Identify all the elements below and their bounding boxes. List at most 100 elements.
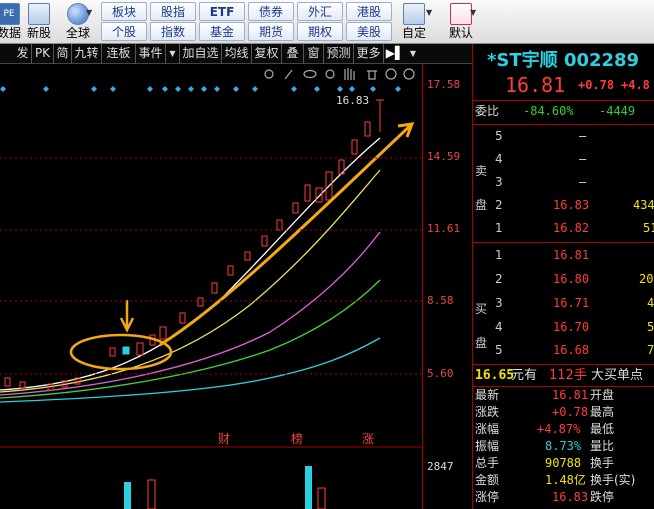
gridlines — [0, 157, 422, 375]
price-row: 16.81 +0.78 +4.8 — [473, 74, 654, 98]
home-icon — [450, 3, 472, 25]
buy-level-2[interactable]: 2 16.80 20 — [473, 268, 654, 291]
axis-label: 8.58 — [427, 294, 454, 307]
pen-icon[interactable] — [284, 69, 293, 80]
market-btn-7[interactable]: 指数 — [150, 22, 196, 41]
market-btn-8[interactable]: 基金 — [199, 22, 245, 41]
delete-icon[interactable] — [367, 70, 377, 80]
peak-price-label: 16.83 — [336, 94, 369, 107]
data-icon: PE — [0, 3, 20, 25]
big-buy-row: 16.65 元有 112手 大买单点 — [475, 368, 644, 383]
hand-icon[interactable] — [344, 68, 355, 80]
gear-icon[interactable] — [264, 69, 274, 79]
detail-row: 总手 90788 换手 — [475, 456, 615, 470]
detail-row: 涨跌 +0.78 最高 — [475, 405, 615, 419]
zoom-in-icon[interactable] — [385, 68, 397, 80]
market-btn-0[interactable]: 板块 — [101, 2, 147, 21]
candles — [4, 99, 384, 391]
tab-pk[interactable]: PK — [32, 44, 54, 64]
ma-line-green — [0, 279, 381, 399]
toolbar-ipo[interactable]: 新股 — [24, 0, 54, 44]
ma-line-cyan — [0, 337, 381, 403]
toolbar-default-dropdown[interactable]: ▼ — [470, 4, 480, 22]
tab-window[interactable]: 窗 — [304, 44, 324, 64]
tab-dropdown-icon[interactable]: ▼ — [166, 44, 180, 64]
buy-level-5[interactable]: 5 16.68 7 — [473, 339, 654, 362]
buy-level-1[interactable]: 1 16.81 — [473, 244, 654, 267]
last-price: 16.81 — [505, 73, 566, 97]
price-change-pct: +4.8 — [621, 78, 650, 92]
tab-jian[interactable]: 简 — [54, 44, 72, 64]
stock-name: *ST宇顺 — [487, 50, 558, 71]
detail-row: 最新 16.81 开盘 — [475, 388, 615, 402]
zoom-out-icon[interactable] — [403, 68, 415, 80]
tab-adjust[interactable]: 复权 — [252, 44, 282, 64]
axis-label: 14.59 — [427, 150, 461, 163]
sell-level-1[interactable]: 1 16.82 51 — [473, 217, 654, 240]
buy-level-3[interactable]: 3 16.71 4 — [473, 292, 654, 315]
volume-bars — [124, 466, 326, 509]
kline-chart[interactable]: 16.83 财 榜 涨 — [0, 64, 422, 509]
tabs-menu-dropdown[interactable]: ▼ — [406, 44, 420, 64]
toolbar-ipo-label: 新股 — [26, 26, 51, 40]
tab-forecast[interactable]: 预测 — [324, 44, 354, 64]
market-btn-4[interactable]: 外汇 — [297, 2, 343, 21]
sell-level-5[interactable]: 5– — [473, 125, 654, 148]
market-btn-11[interactable]: 美股 — [346, 22, 392, 41]
tab-add-watch[interactable]: 加自选 — [180, 44, 222, 64]
highlight-ellipse — [69, 333, 173, 371]
market-btn-9[interactable]: 期货 — [248, 22, 294, 41]
price-axis: 17.58 14.59 11.61 8.58 5.60 2847 — [422, 64, 470, 509]
sell-level-3[interactable]: 3– — [473, 171, 654, 194]
weibi-label: 委比 — [475, 104, 500, 118]
weibi-pct: -84.60% — [523, 104, 574, 118]
marker-bang[interactable]: 榜 — [291, 431, 303, 446]
sell-level-2[interactable]: 2 16.83 434 — [473, 194, 654, 217]
stock-code: 002289 — [563, 50, 640, 71]
market-btn-10[interactable]: 期权 — [297, 22, 343, 41]
eye-icon[interactable] — [303, 69, 317, 79]
toolbar-global-dropdown[interactable]: ▼ — [86, 4, 96, 22]
tab-fa[interactable]: 发 — [14, 44, 32, 64]
down-arrow-icon — [119, 300, 135, 333]
axis-label: 11.61 — [427, 222, 461, 235]
toolbar-data-label: 数据 — [0, 26, 21, 40]
tab-more[interactable]: 更多 — [354, 44, 384, 64]
price-change: +0.78 — [578, 78, 615, 92]
ma-line-white — [0, 137, 381, 391]
toolbar-custom-label: 自定 — [401, 26, 426, 40]
weibi-diff: -4449 — [599, 104, 636, 118]
detail-row: 振幅 8.73% 量比 — [475, 439, 615, 453]
toolbar-custom-dropdown[interactable]: ▼ — [426, 4, 436, 22]
market-btn-2[interactable]: ETF — [199, 2, 245, 21]
ipo-icon — [28, 3, 50, 25]
volume-axis-label: 2847 — [427, 460, 454, 473]
ma-line-yellow — [0, 169, 381, 393]
tab-overlay[interactable]: 叠 — [282, 44, 304, 64]
tab-jiuzhuan[interactable]: 九转 — [72, 44, 102, 64]
sell-level-4[interactable]: 4– — [473, 148, 654, 171]
detail-row: 涨停 16.83 跌停 — [475, 490, 615, 504]
weibi-row: 委比 -84.60% -4449 — [473, 100, 654, 123]
ma-line-pink — [0, 231, 381, 396]
quote-panel: *ST宇顺 002289 16.81 +0.78 +4.8 委比 -84.60%… — [472, 44, 654, 509]
axis-label: 17.58 — [427, 78, 461, 91]
market-btn-5[interactable]: 港股 — [346, 2, 392, 21]
buy-level-4[interactable]: 4 16.70 5 — [473, 316, 654, 339]
marker-zhang[interactable]: 涨 — [362, 431, 374, 446]
toolbar-default-label: 默认 — [448, 26, 473, 40]
market-btn-1[interactable]: 股指 — [150, 2, 196, 21]
toolbar-data[interactable]: PE 数据 — [0, 0, 24, 44]
collapse-arrow-icon[interactable]: ▶▌ — [384, 44, 406, 64]
market-btn-3[interactable]: 债券 — [248, 2, 294, 21]
chart-tab-bar: 发 PK 简 九转 连板 事件 ▼ 加自选 均线 复权 叠 窗 预测 更多 ▶▌… — [0, 44, 472, 64]
axis-label: 5.60 — [427, 367, 454, 380]
settings-icon[interactable] — [325, 69, 335, 79]
market-btn-6[interactable]: 个股 — [101, 22, 147, 41]
tab-ma[interactable]: 均线 — [222, 44, 252, 64]
tab-shijian[interactable]: 事件 — [136, 44, 166, 64]
tab-lianban[interactable]: 连板 — [102, 44, 136, 64]
chart-tools — [264, 68, 415, 80]
marker-cai[interactable]: 财 — [218, 432, 230, 446]
trend-arrow-icon — [159, 122, 415, 347]
